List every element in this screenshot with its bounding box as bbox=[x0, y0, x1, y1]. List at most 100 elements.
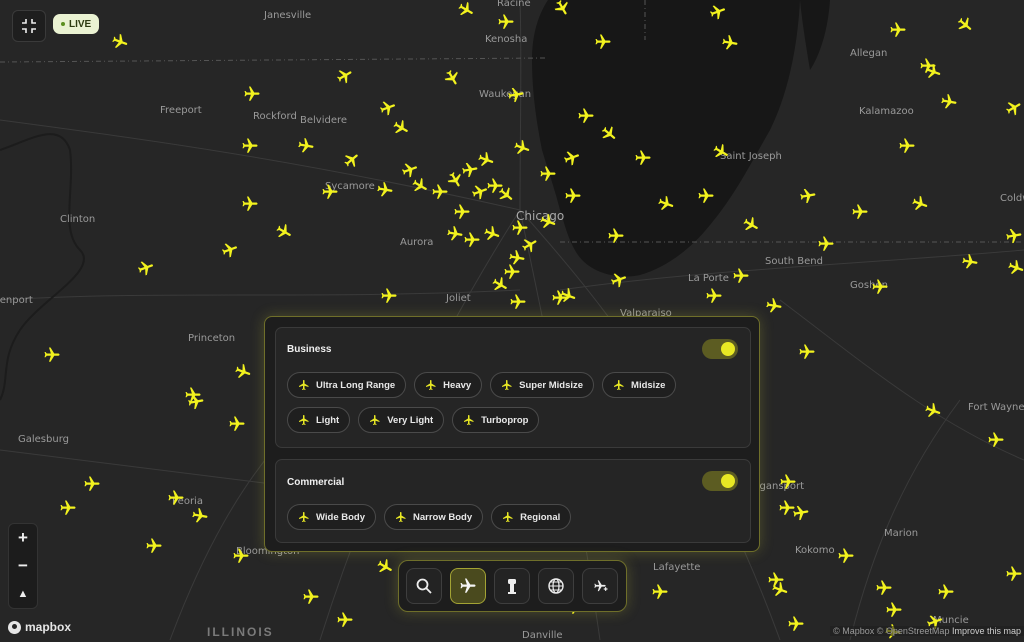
aircraft-marker[interactable] bbox=[380, 287, 398, 305]
aircraft-marker[interactable] bbox=[509, 293, 527, 311]
aircraft-marker[interactable] bbox=[483, 225, 501, 243]
aircraft-marker[interactable] bbox=[137, 259, 155, 277]
aircraft-marker[interactable] bbox=[497, 186, 515, 204]
aircraft-marker[interactable] bbox=[937, 583, 955, 601]
aircraft-marker[interactable] bbox=[600, 125, 618, 143]
aircraft-marker[interactable] bbox=[228, 415, 246, 433]
aircraft-marker[interactable] bbox=[1005, 227, 1023, 245]
aircraft-marker[interactable] bbox=[875, 579, 893, 597]
commercial-toggle[interactable] bbox=[702, 471, 738, 491]
aircraft-marker[interactable] bbox=[559, 287, 577, 305]
aircraft-marker[interactable] bbox=[961, 253, 979, 271]
aircraft-marker[interactable] bbox=[497, 13, 515, 31]
aircraft-marker[interactable] bbox=[634, 149, 652, 167]
aircraft-marker[interactable] bbox=[792, 504, 810, 522]
aircraft-marker[interactable] bbox=[553, 0, 571, 17]
aircraft-marker[interactable] bbox=[392, 119, 410, 137]
aircraft-marker[interactable] bbox=[956, 16, 974, 34]
aircraft-marker[interactable] bbox=[610, 271, 628, 289]
aircraft-marker[interactable] bbox=[145, 537, 163, 555]
aircraft-marker[interactable] bbox=[697, 187, 715, 205]
attribution-text[interactable]: © Mapbox © OpenStreetMap bbox=[833, 626, 949, 636]
aircraft-marker[interactable] bbox=[712, 143, 730, 161]
aircraft-marker[interactable] bbox=[243, 85, 261, 103]
filter-chip[interactable]: Narrow Body bbox=[384, 504, 484, 530]
aircraft-marker[interactable] bbox=[732, 267, 750, 285]
aircraft-marker[interactable] bbox=[411, 177, 429, 195]
aircraft-marker[interactable] bbox=[297, 137, 315, 155]
aircraft-marker[interactable] bbox=[446, 225, 464, 243]
aircraft-marker[interactable] bbox=[594, 33, 612, 51]
aircraft-marker[interactable] bbox=[742, 216, 760, 234]
aircraft-marker[interactable] bbox=[191, 507, 209, 525]
aircraft-marker[interactable] bbox=[799, 187, 817, 205]
aircraft-marker[interactable] bbox=[376, 181, 394, 199]
aircraft-marker[interactable] bbox=[563, 149, 581, 167]
aircraft-marker[interactable] bbox=[275, 223, 293, 241]
filter-chip[interactable]: Wide Body bbox=[287, 504, 376, 530]
filter-chip[interactable]: Turboprop bbox=[452, 407, 540, 433]
aircraft-marker[interactable] bbox=[779, 473, 797, 491]
filter-chip[interactable]: Ultra Long Range bbox=[287, 372, 407, 398]
filter-chip[interactable]: Regional bbox=[491, 504, 572, 530]
aircraft-marker[interactable] bbox=[607, 227, 625, 245]
aircraft-marker[interactable] bbox=[577, 107, 595, 125]
filter-chip[interactable]: Super Midsize bbox=[490, 372, 595, 398]
aircraft-marker[interactable] bbox=[851, 203, 869, 221]
aircraft-marker[interactable] bbox=[511, 219, 529, 237]
filter-chip[interactable]: Heavy bbox=[414, 372, 483, 398]
aircraft-marker[interactable] bbox=[924, 402, 942, 420]
zoom-out-button[interactable]: − bbox=[9, 552, 37, 580]
aircraft-marker[interactable] bbox=[771, 581, 789, 599]
filter-chip[interactable]: Light bbox=[287, 407, 351, 433]
aircraft-marker[interactable] bbox=[657, 195, 675, 213]
aircraft-marker[interactable] bbox=[302, 588, 320, 606]
aircraft-marker[interactable] bbox=[111, 33, 129, 51]
aircraft-marker[interactable] bbox=[232, 547, 250, 565]
aircraft-marker[interactable] bbox=[241, 195, 259, 213]
aircraft-marker[interactable] bbox=[343, 151, 361, 169]
aircraft-marker[interactable] bbox=[471, 183, 489, 201]
filter-chip[interactable]: Midsize bbox=[602, 372, 677, 398]
aircraft-marker[interactable] bbox=[651, 583, 669, 601]
aircraft-marker[interactable] bbox=[1005, 99, 1023, 117]
aircraft-marker[interactable] bbox=[453, 203, 471, 221]
aircraft-marker[interactable] bbox=[765, 297, 783, 315]
aircraft-marker[interactable] bbox=[376, 558, 394, 576]
aircraft-marker[interactable] bbox=[477, 151, 495, 169]
collapse-fullscreen-button[interactable] bbox=[12, 10, 46, 42]
business-toggle[interactable] bbox=[702, 339, 738, 359]
aircraft-marker[interactable] bbox=[539, 213, 557, 231]
aircraft-marker[interactable] bbox=[321, 183, 339, 201]
aircraft-marker[interactable] bbox=[898, 137, 916, 155]
aircraft-marker[interactable] bbox=[491, 276, 509, 294]
aircraft-marker[interactable] bbox=[43, 346, 61, 364]
aircraft-button[interactable] bbox=[450, 568, 486, 604]
aircraft-marker[interactable] bbox=[885, 601, 903, 619]
route-button[interactable] bbox=[582, 568, 618, 604]
aircraft-marker[interactable] bbox=[443, 69, 461, 87]
aircraft-marker[interactable] bbox=[539, 165, 557, 183]
aircraft-marker[interactable] bbox=[167, 489, 185, 507]
aircraft-marker[interactable] bbox=[513, 139, 531, 157]
aircraft-marker[interactable] bbox=[871, 278, 889, 296]
airports-button[interactable] bbox=[494, 568, 530, 604]
aircraft-marker[interactable] bbox=[83, 475, 101, 493]
zoom-in-button[interactable]: + bbox=[9, 524, 37, 552]
aircraft-marker[interactable] bbox=[911, 195, 929, 213]
filter-chip[interactable]: Very Light bbox=[358, 407, 445, 433]
aircraft-marker[interactable] bbox=[709, 3, 727, 21]
aircraft-marker[interactable] bbox=[837, 547, 855, 565]
aircraft-marker[interactable] bbox=[817, 235, 835, 253]
improve-map-link[interactable]: Improve this map bbox=[952, 626, 1021, 636]
aircraft-marker[interactable] bbox=[59, 499, 77, 517]
aircraft-marker[interactable] bbox=[457, 1, 475, 19]
aircraft-marker[interactable] bbox=[1005, 565, 1023, 583]
aircraft-marker[interactable] bbox=[798, 343, 816, 361]
aircraft-marker[interactable] bbox=[463, 231, 481, 249]
aircraft-marker[interactable] bbox=[787, 615, 805, 633]
aircraft-marker[interactable] bbox=[1007, 259, 1024, 277]
aircraft-marker[interactable] bbox=[889, 21, 907, 39]
aircraft-marker[interactable] bbox=[987, 431, 1005, 449]
aircraft-marker[interactable] bbox=[336, 67, 354, 85]
